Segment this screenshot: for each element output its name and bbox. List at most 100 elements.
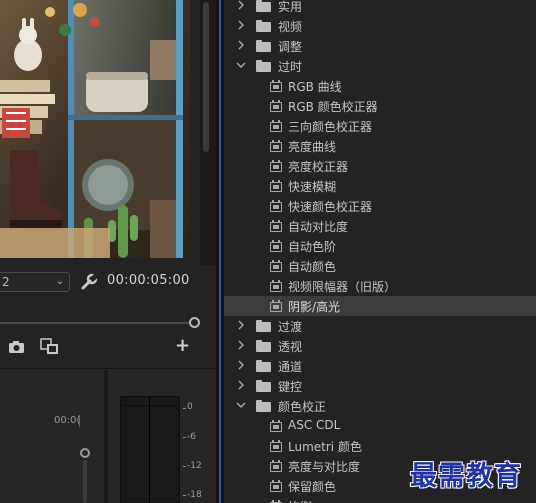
chevron-right-icon[interactable] — [236, 380, 246, 390]
effect-folder-label: 通道 — [278, 360, 303, 374]
meter-tick — [183, 466, 186, 467]
effect-folder-label: 实用 — [278, 0, 303, 14]
effect-item-row[interactable]: ASC CDL — [224, 416, 536, 436]
effect-item-row[interactable]: RGB 曲线 — [224, 76, 536, 96]
effect-folder-row[interactable]: 视频 — [224, 16, 536, 36]
video-effect-icon — [270, 260, 282, 272]
effect-item-row[interactable]: 快速模糊 — [224, 176, 536, 196]
video-effect-icon — [270, 200, 282, 212]
export-frame-camera-icon[interactable] — [8, 339, 25, 355]
zoom-level-value: 2 — [2, 275, 10, 289]
effect-item-row[interactable]: 自动色阶 — [224, 236, 536, 256]
folder-icon — [256, 40, 271, 52]
monitor-scroll-thumb[interactable] — [203, 2, 209, 152]
chevron-down-icon[interactable] — [236, 400, 246, 410]
effect-item-row-selected[interactable]: 阴影/高光 — [224, 296, 536, 316]
effect-item-row[interactable]: 视频限幅器（旧版） — [224, 276, 536, 296]
effect-folder-row[interactable]: 通道 — [224, 356, 536, 376]
effect-folder-label: 视频 — [278, 20, 303, 34]
video-effect-icon — [270, 240, 282, 252]
zoom-level-select[interactable]: 2 ⌄ — [0, 272, 70, 292]
effect-folder-row[interactable]: 过时 — [224, 56, 536, 76]
effect-item-label: 视频限幅器（旧版） — [288, 280, 397, 294]
video-preview[interactable] — [0, 0, 190, 258]
effect-folder-row[interactable]: 键控 — [224, 376, 536, 396]
add-button-plus-icon[interactable]: + — [175, 337, 190, 355]
video-effect-icon — [270, 280, 282, 292]
chevron-right-icon[interactable] — [236, 320, 246, 330]
effect-folder-row[interactable]: 调整 — [224, 36, 536, 56]
effect-item-label: 亮度与对比度 — [288, 460, 361, 474]
audio-meter-peak-cap — [123, 398, 179, 406]
meter-label: -18 — [187, 490, 202, 500]
meter-tick — [183, 495, 186, 496]
playhead-scrub-bar[interactable] — [0, 322, 193, 324]
watermark-logo: 最需教育 — [410, 461, 522, 492]
effect-item-row[interactable]: 快速颜色校正器 — [224, 196, 536, 216]
video-effect-icon — [270, 100, 282, 112]
effect-item-row[interactable]: 亮度曲线 — [224, 136, 536, 156]
video-effect-icon — [270, 300, 282, 312]
effect-item-label: ASC CDL — [288, 418, 341, 432]
effect-item-label: 自动色阶 — [288, 240, 337, 254]
effect-item-row[interactable]: Lumetri 颜色 — [224, 436, 536, 456]
effect-item-label: 快速颜色校正器 — [288, 200, 373, 214]
timeline-ruler-time: 00:0( — [54, 415, 81, 426]
meter-tick — [183, 437, 186, 438]
effect-item-label: 自动对比度 — [288, 220, 349, 234]
wrench-settings-icon[interactable] — [80, 273, 99, 291]
folder-icon — [256, 400, 271, 412]
chevron-right-icon[interactable] — [236, 0, 246, 10]
timeline-divider — [104, 370, 108, 503]
effect-folder-row[interactable]: 透视 — [224, 336, 536, 356]
video-effect-icon — [270, 220, 282, 232]
chevron-right-icon[interactable] — [236, 340, 246, 350]
chevron-down-icon[interactable] — [236, 60, 246, 70]
chevron-right-icon[interactable] — [236, 40, 246, 50]
effect-item-row[interactable]: 自动颜色 — [224, 256, 536, 276]
effect-folder-label: 调整 — [278, 40, 303, 54]
effect-folder-row[interactable]: 实用 — [224, 0, 536, 16]
effect-folder-label: 过渡 — [278, 320, 303, 334]
video-effect-icon — [270, 120, 282, 132]
effect-item-label: 快速模糊 — [288, 180, 337, 194]
effect-item-label: Lumetri 颜色 — [288, 440, 362, 454]
folder-icon — [256, 380, 271, 392]
effect-item-row[interactable]: RGB 颜色校正器 — [224, 96, 536, 116]
effect-item-label: 亮度校正器 — [288, 160, 349, 174]
video-effect-icon — [270, 160, 282, 172]
chevron-right-icon[interactable] — [236, 20, 246, 30]
monitor-controls-row: 2 ⌄ 00:00:05:00 — [0, 270, 216, 296]
folder-icon — [256, 360, 271, 372]
effect-folder-row[interactable]: 颜色校正 — [224, 396, 536, 416]
effect-folder-label: 颜色校正 — [278, 400, 327, 414]
effect-item-row[interactable]: 亮度校正器 — [224, 156, 536, 176]
video-frame-image — [0, 0, 190, 258]
effect-item-label: RGB 颜色校正器 — [288, 100, 378, 114]
video-effect-icon — [270, 180, 282, 192]
scrub-handle[interactable] — [189, 317, 200, 328]
chevron-right-icon[interactable] — [236, 360, 246, 370]
effect-item-row[interactable]: 均衡 — [224, 496, 536, 503]
effect-folder-label: 透视 — [278, 340, 303, 354]
effect-item-label: 保留颜色 — [288, 480, 337, 494]
video-effect-icon — [270, 80, 282, 92]
timeline-ruler-tick — [79, 415, 80, 427]
video-effect-icon — [270, 440, 282, 452]
effect-item-row[interactable]: 自动对比度 — [224, 216, 536, 236]
effect-folder-row[interactable]: 过渡 — [224, 316, 536, 336]
audio-meter-scale: 0 -6 -12 -18 — [183, 402, 211, 503]
folder-icon — [256, 20, 271, 32]
compare-view-icon[interactable] — [40, 338, 59, 355]
effect-item-label: 均衡 — [288, 498, 312, 503]
folder-icon — [256, 340, 271, 352]
panel-divider[interactable] — [216, 0, 224, 503]
meter-label: -12 — [187, 461, 202, 471]
timeline-scroll-handle[interactable] — [80, 448, 90, 458]
effect-item-row[interactable]: 三向颜色校正器 — [224, 116, 536, 136]
audio-meter-channel-separator — [149, 397, 150, 503]
timeline-scrollbar[interactable] — [83, 460, 87, 503]
folder-icon — [256, 0, 271, 12]
effect-item-label: 三向颜色校正器 — [288, 120, 373, 134]
chevron-down-icon: ⌄ — [55, 276, 64, 287]
